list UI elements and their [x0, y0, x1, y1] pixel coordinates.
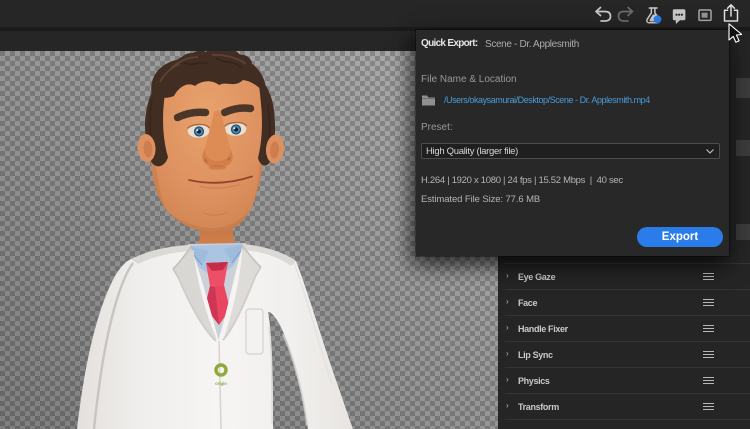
svg-text:origin: origin: [215, 381, 227, 386]
